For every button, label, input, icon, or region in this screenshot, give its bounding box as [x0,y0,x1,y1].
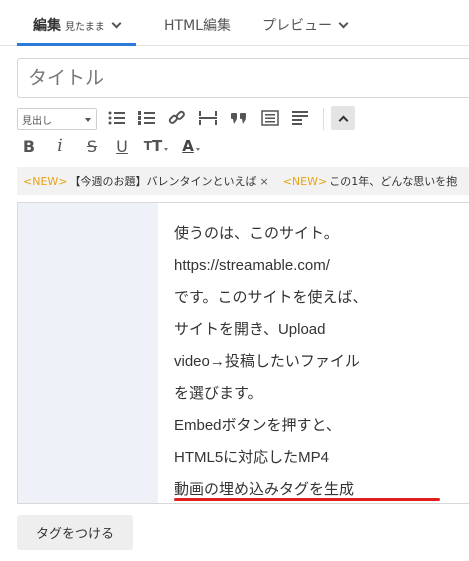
strikethrough-button[interactable]: S [82,135,102,157]
page-break-button[interactable] [196,107,220,129]
topic-text: 【今週のお題】バレンタインといえば [69,175,257,188]
dropdown-arrow-icon [85,118,91,122]
quote-button[interactable] [228,107,250,129]
tab-html-label: HTML編集 [164,18,231,34]
align-icon [292,111,308,125]
chevron-down-icon [338,18,349,28]
tab-preview-label: プレビュー [262,18,332,34]
editor-line: を選びます。 [174,385,263,402]
toolbar-divider [323,108,324,130]
add-tag-button[interactable]: タグをつける [17,515,133,550]
tab-html[interactable]: HTML編集 [164,14,231,36]
italic-button[interactable]: i [52,135,68,157]
table-of-contents-icon [261,110,279,126]
quote-icon [231,113,246,124]
font-size-button[interactable]: TT [143,135,169,157]
bullet-list-icon [108,111,125,125]
new-badge: <NEW> [282,174,328,188]
editor-line: です。このサイトを使えば、 [174,289,368,306]
numbered-list-button[interactable] [136,107,158,129]
table-of-contents-button[interactable] [259,107,281,129]
close-icon[interactable]: × [260,175,269,188]
font-size-label: T [151,137,163,155]
topic-suggestions-bar: <NEW> 【今週のお題】バレンタインといえば × <NEW> この1年、どんな… [17,167,469,195]
tab-preview[interactable]: プレビュー [262,14,349,36]
bullet-list-button[interactable] [106,107,128,129]
link-button[interactable] [166,107,188,129]
heading-select[interactable]: 見出し [17,108,97,130]
text-color-button[interactable]: A [178,135,204,157]
editor-content[interactable]: 使うのは、このサイト。 https://streamable.com/ です。こ… [174,218,469,506]
font-size-dropdown-icon [164,147,169,151]
editor-line: video→投稿したいファイル [174,353,360,370]
text-color-dropdown-icon [195,147,200,151]
heading-select-label: 見出し [22,115,52,127]
text-color-label: A [182,137,194,155]
chevron-down-icon [111,18,122,28]
collapse-toolbar-button[interactable] [331,106,355,130]
bold-button[interactable]: B [20,135,38,157]
editor-line: サイトを開き、Upload [174,321,326,338]
font-size-small-icon: T [143,139,152,153]
active-tab-indicator [17,43,136,46]
editor-line: 使うのは、このサイト。 [174,225,339,242]
topic-item[interactable]: <NEW> 【今週のお題】バレンタインといえば × [23,173,269,189]
editor-tabs: 編集 見たまま HTML編集 プレビュー [0,0,469,46]
tab-edit[interactable]: 編集 見たまま [33,14,122,36]
editor-line: 動画の埋め込みタグを生成 [174,481,355,498]
page-break-icon [199,111,217,125]
tab-edit-sublabel: 見たまま [65,21,105,33]
editor-line: Embedボタンを押すと、 [174,417,341,434]
collapse-up-icon [338,115,348,125]
highlight-underline [174,498,440,501]
tab-edit-label: 編集 [33,18,61,34]
editor-line: https://streamable.com/ [174,257,330,274]
underline-button[interactable]: U [113,135,131,157]
link-icon [168,110,185,124]
topic-item[interactable]: <NEW> この1年、どんな思いを抱 [283,173,458,189]
numbered-list-icon [138,111,155,125]
align-button[interactable] [289,107,311,129]
editor-line: HTML5に対応したMP4 [174,449,330,466]
editor-body[interactable]: 使うのは、このサイト。 https://streamable.com/ です。こ… [17,202,469,504]
editor-gutter [18,203,158,503]
new-badge: <NEW> [23,174,68,188]
topic-text: この1年、どんな思いを抱 [329,175,458,188]
title-input[interactable] [17,58,469,98]
